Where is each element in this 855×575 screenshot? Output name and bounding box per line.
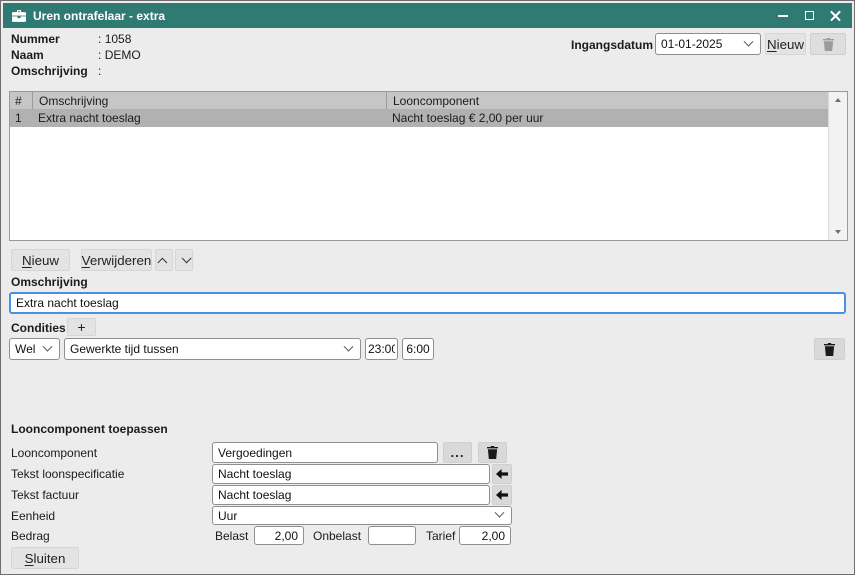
chevron-down-icon (181, 253, 191, 263)
tekst-loonspecificatie-label: Tekst loonspecificatie (11, 467, 124, 481)
trash-icon (824, 343, 835, 356)
belast-input[interactable] (254, 526, 304, 545)
row-omschrijving: Extra nacht toeslag (32, 109, 386, 127)
table-scrollbar[interactable] (828, 92, 847, 240)
condities-label: Condities (11, 321, 66, 335)
condition-type-select[interactable]: Gewerkte tijd tussen (64, 338, 361, 360)
separator: : (98, 64, 101, 78)
onbelast-label: Onbelast (313, 529, 361, 543)
eenheid-select[interactable]: Uur (212, 506, 512, 525)
scroll-up-icon (835, 98, 841, 102)
looncomponent-label: Looncomponent (11, 446, 97, 460)
chevron-down-icon (744, 36, 754, 46)
naam-label: Naam (11, 48, 98, 62)
looncomponent-browse-button[interactable]: ... (443, 442, 472, 463)
column-header-looncomponent[interactable]: Looncomponent (386, 92, 828, 109)
row-looncomponent: Nacht toeslag € 2,00 per uur (386, 109, 828, 127)
tekst-factuur-label: Tekst factuur (11, 488, 79, 502)
ingangsdatum-select[interactable]: 01-01-2025 (655, 33, 761, 55)
trash-icon (823, 38, 834, 51)
window-title: Uren ontrafelaar - extra (33, 9, 165, 23)
eenheid-label: Eenheid (11, 509, 55, 523)
minimize-button[interactable] (770, 3, 796, 28)
close-button[interactable] (822, 3, 848, 28)
chevron-down-icon (43, 341, 53, 351)
copy-factuur-button[interactable] (492, 485, 512, 505)
row-num: 1 (10, 109, 32, 127)
tarief-input[interactable] (459, 526, 511, 545)
trash-icon (487, 446, 498, 459)
tekst-factuur-input[interactable] (212, 485, 490, 505)
delete-condition-button[interactable] (814, 338, 845, 360)
field-omschrijving-header: Omschrijving : (11, 64, 105, 78)
tekst-loonspecificatie-input[interactable] (212, 464, 490, 484)
copy-loonspecificatie-button[interactable] (492, 464, 512, 484)
move-up-button[interactable] (155, 249, 173, 271)
omschrijving-label: Omschrijving (11, 275, 88, 289)
ingangsdatum-label: Ingangsdatum (571, 38, 647, 52)
omschrijving-header-label: Omschrijving (11, 64, 98, 78)
field-nummer: Nummer : 1058 (11, 32, 131, 46)
components-table: # Omschrijving Looncomponent 1 Extra nac… (9, 91, 848, 241)
arrow-left-icon (496, 469, 508, 479)
dialog-uren-ontrafelaar: Uren ontrafelaar - extra Nummer : 1058 N… (0, 0, 855, 575)
sluiten-button[interactable]: Sluiten (11, 547, 79, 569)
time-from-input[interactable] (365, 338, 398, 360)
maximize-icon (805, 11, 814, 20)
separator: : (98, 48, 101, 62)
time-to-input[interactable] (402, 338, 434, 360)
apply-section-title: Looncomponent toepassen (11, 422, 168, 436)
tarief-label: Tarief (426, 529, 455, 543)
omschrijving-input[interactable] (9, 292, 846, 314)
maximize-button[interactable] (796, 3, 822, 28)
scroll-down-icon (835, 230, 841, 234)
condition-mode-value: Wel (15, 342, 44, 356)
list-nieuw-button[interactable]: Nieuw (11, 249, 70, 271)
nummer-label: Nummer (11, 32, 98, 46)
list-verwijderen-button[interactable]: Verwijderen (81, 249, 152, 271)
title-bar[interactable]: Uren ontrafelaar - extra (3, 3, 852, 28)
chevron-up-icon (157, 257, 167, 267)
naam-value: DEMO (105, 48, 141, 62)
condition-type-value: Gewerkte tijd tussen (70, 342, 345, 356)
chevron-down-icon (495, 508, 505, 518)
eenheid-value: Uur (218, 509, 496, 523)
table-row[interactable]: 1 Extra nacht toeslag Nacht toeslag € 2,… (10, 109, 828, 127)
belast-label: Belast (215, 529, 248, 543)
chevron-down-icon (344, 341, 354, 351)
column-header-omschrijving[interactable]: Omschrijving (32, 92, 386, 109)
arrow-left-icon (496, 490, 508, 500)
condition-mode-select[interactable]: Wel (9, 338, 60, 360)
minimize-icon (778, 15, 788, 17)
briefcase-icon (12, 10, 26, 22)
scroll-down-button[interactable] (829, 224, 847, 240)
onbelast-input[interactable] (368, 526, 416, 545)
column-header-num[interactable]: # (10, 92, 32, 109)
add-condition-button[interactable]: + (67, 318, 96, 336)
looncomponent-input[interactable] (212, 442, 438, 463)
ingangsdatum-nieuw-button[interactable]: Nieuw (765, 33, 806, 55)
bedrag-label: Bedrag (11, 529, 50, 543)
separator: : (98, 32, 101, 46)
scroll-up-button[interactable] (829, 92, 847, 108)
ingangsdatum-value: 01-01-2025 (661, 37, 745, 51)
close-icon (830, 10, 841, 21)
ingangsdatum-delete-button[interactable] (810, 33, 846, 55)
looncomponent-delete-button[interactable] (478, 442, 507, 463)
nummer-value: 1058 (105, 32, 132, 46)
field-naam: Naam : DEMO (11, 48, 141, 62)
table-header-row: # Omschrijving Looncomponent (10, 92, 828, 109)
move-down-button[interactable] (175, 249, 193, 271)
